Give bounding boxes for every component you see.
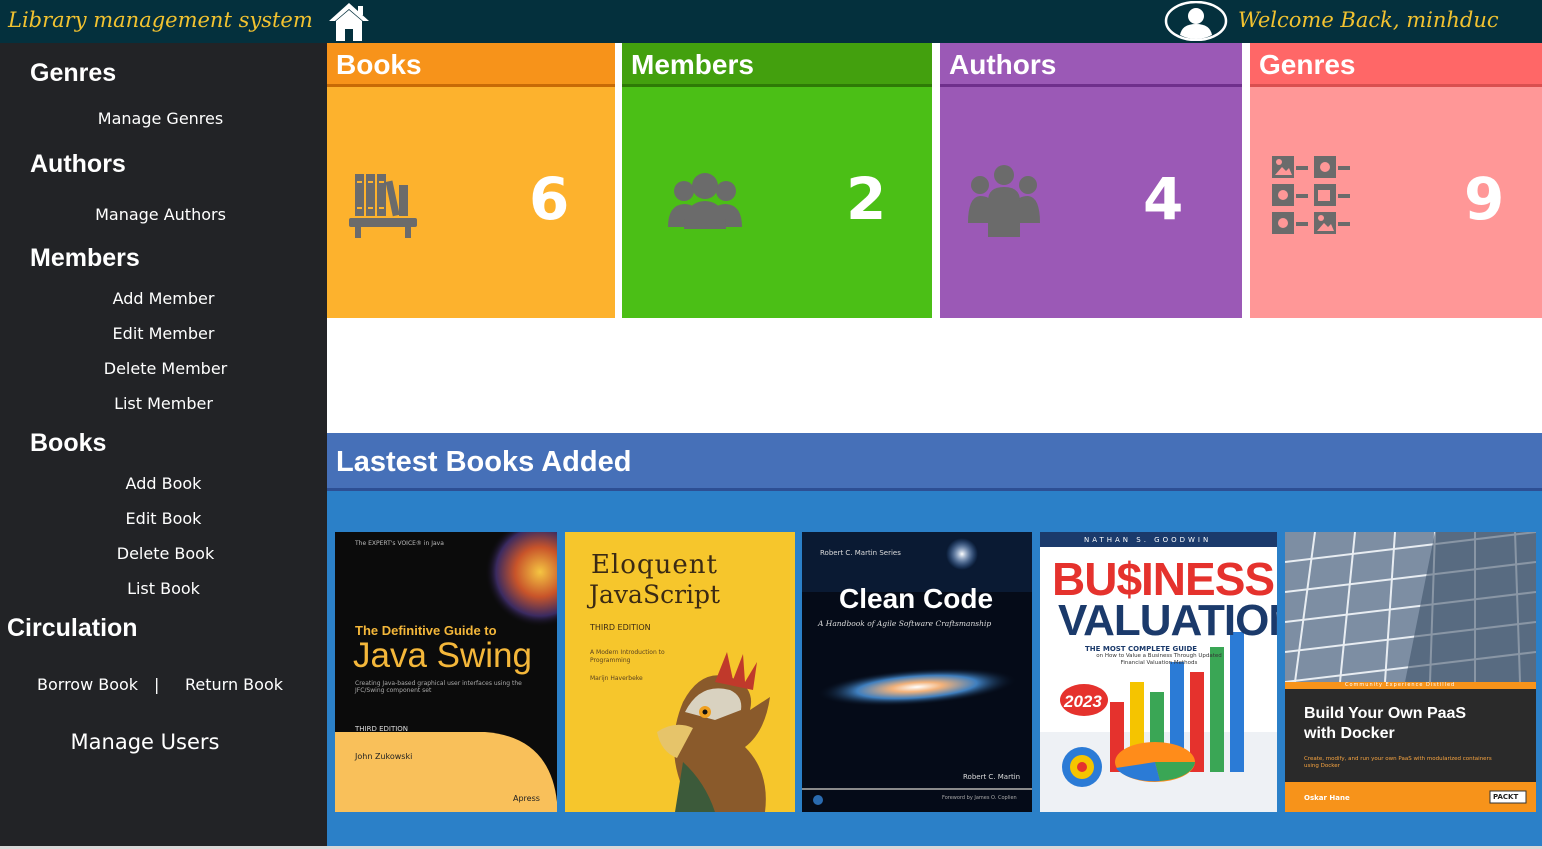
- sidebar: Genres Manage Genres Authors Manage Auth…: [0, 43, 327, 846]
- book-subtitle: on How to Value a Business Through Updat…: [1096, 653, 1222, 666]
- genres-tile[interactable]: Genres 9: [1250, 43, 1542, 318]
- return-book-link[interactable]: Return Book: [185, 675, 283, 694]
- genres-count: 9: [1464, 165, 1505, 233]
- tile-title: Authors: [949, 49, 1057, 80]
- book-series: Community Experience Distilled: [1345, 682, 1456, 688]
- bookshelf-icon: [347, 171, 419, 245]
- members-tile[interactable]: Members 2: [622, 43, 932, 318]
- book-cover-clean-code[interactable]: Robert C. Martin Series Clean Code A Han…: [802, 532, 1032, 812]
- circulation-separator: |: [154, 675, 160, 694]
- tile-header: Members: [622, 43, 932, 87]
- book-author: Robert C. Martin: [963, 773, 1021, 781]
- tile-title: Genres: [1259, 49, 1356, 80]
- authors-tile[interactable]: Authors 4: [940, 43, 1242, 318]
- book-subtitle: A Modern Introduction to Programming: [590, 649, 665, 664]
- people-icon: [666, 171, 744, 237]
- book-blurb: Creating Java-based graphical user inter…: [355, 680, 522, 694]
- book-title-line1: Eloquent: [591, 550, 718, 580]
- latest-books-header: Lastest Books Added: [327, 433, 1542, 491]
- book-author: John Zukowski: [355, 752, 413, 761]
- book-cover-business-valuation[interactable]: NATHAN S. GOODWIN BU$INESS VALUATION THE…: [1040, 532, 1277, 812]
- sidebar-section-books: Books: [30, 429, 107, 457]
- book-cover-paas-docker[interactable]: Community Experience Distilled Build You…: [1285, 532, 1536, 812]
- books-tile[interactable]: Books 6: [327, 43, 615, 318]
- authors-icon: [964, 163, 1044, 243]
- top-bar: Library management system Welcome Back, …: [0, 0, 1542, 43]
- sidebar-item-add-book[interactable]: Add Book: [0, 474, 327, 493]
- book-title: Clean Code: [839, 583, 994, 614]
- tile-divider: [622, 84, 932, 87]
- tile-title: Books: [336, 49, 422, 80]
- sidebar-item-edit-member[interactable]: Edit Member: [0, 324, 327, 343]
- home-icon[interactable]: [327, 1, 371, 42]
- tile-title: Members: [631, 49, 754, 80]
- borrow-book-link[interactable]: Borrow Book: [37, 675, 138, 694]
- members-count: 2: [846, 165, 887, 233]
- latest-books-title: Lastest Books Added: [336, 446, 632, 478]
- tile-divider: [1250, 84, 1542, 87]
- book-blurb: Create, modify, and run your own PaaS wi…: [1304, 756, 1492, 769]
- sidebar-section-members: Members: [30, 244, 140, 272]
- latest-books-divider: [327, 488, 1542, 491]
- sidebar-section-authors: Authors: [30, 150, 126, 178]
- book-subtitle-bold: THE MOST COMPLETE GUIDE: [1085, 645, 1198, 653]
- user-avatar-icon[interactable]: [1164, 0, 1228, 42]
- book-author: NATHAN S. GOODWIN: [1084, 536, 1212, 544]
- manage-users-link[interactable]: Manage Users: [0, 730, 290, 754]
- tile-header: Books: [327, 43, 615, 87]
- books-count: 6: [529, 165, 570, 233]
- book-cover-java-swing[interactable]: The EXPERT's VOICE® in Java The Definiti…: [335, 532, 557, 812]
- tile-header: Genres: [1250, 43, 1542, 87]
- book-subtitle: A Handbook of Agile Software Craftsmansh…: [818, 619, 992, 628]
- sidebar-item-add-member[interactable]: Add Member: [0, 289, 327, 308]
- sidebar-item-edit-book[interactable]: Edit Book: [0, 509, 327, 528]
- sidebar-item-manage-authors[interactable]: Manage Authors: [0, 205, 324, 224]
- sidebar-item-delete-book[interactable]: Delete Book: [2, 544, 329, 563]
- book-title-line1: Build Your Own PaaS: [1304, 705, 1467, 722]
- app-title: Library management system: [8, 8, 313, 32]
- sidebar-item-list-member[interactable]: List Member: [0, 394, 327, 413]
- tile-divider: [327, 84, 615, 87]
- sidebar-section-circulation: Circulation: [7, 614, 138, 642]
- tile-header: Authors: [940, 43, 1242, 87]
- book-year: 2023: [1064, 692, 1102, 711]
- authors-count: 4: [1143, 165, 1184, 233]
- genres-list-icon: [1272, 156, 1352, 240]
- book-publisher: PACKT: [1493, 793, 1519, 801]
- book-title-line2: Java Swing: [353, 636, 532, 675]
- welcome-message: Welcome Back, minhduc: [1238, 8, 1499, 32]
- book-title-line2: VALUATION: [1058, 596, 1277, 645]
- book-title-line2: JavaScript: [589, 580, 721, 609]
- sidebar-item-manage-genres[interactable]: Manage Genres: [0, 109, 324, 128]
- book-publisher: Apress: [513, 794, 540, 803]
- sidebar-item-delete-member[interactable]: Delete Member: [2, 359, 329, 378]
- book-title-line2: with Docker: [1304, 725, 1395, 742]
- book-author: Oskar Hane: [1304, 794, 1350, 802]
- book-edition: THIRD EDITION: [355, 725, 409, 733]
- book-series: Robert C. Martin Series: [820, 549, 901, 557]
- book-tagline: The EXPERT's VOICE® in Java: [355, 540, 444, 547]
- book-foreword: Foreword by James O. Coplien: [942, 795, 1017, 801]
- sidebar-section-genres: Genres: [30, 59, 117, 87]
- sidebar-item-list-book[interactable]: List Book: [0, 579, 327, 598]
- latest-books-section: Lastest Books Added The EXPERT's VOICE® …: [327, 433, 1542, 846]
- tile-divider: [940, 84, 1242, 87]
- book-author: Marijn Haverbeke: [590, 675, 643, 682]
- book-cover-eloquent-javascript[interactable]: Eloquent JavaScript THIRD EDITION A Mode…: [565, 532, 795, 812]
- book-edition: THIRD EDITION: [590, 623, 651, 632]
